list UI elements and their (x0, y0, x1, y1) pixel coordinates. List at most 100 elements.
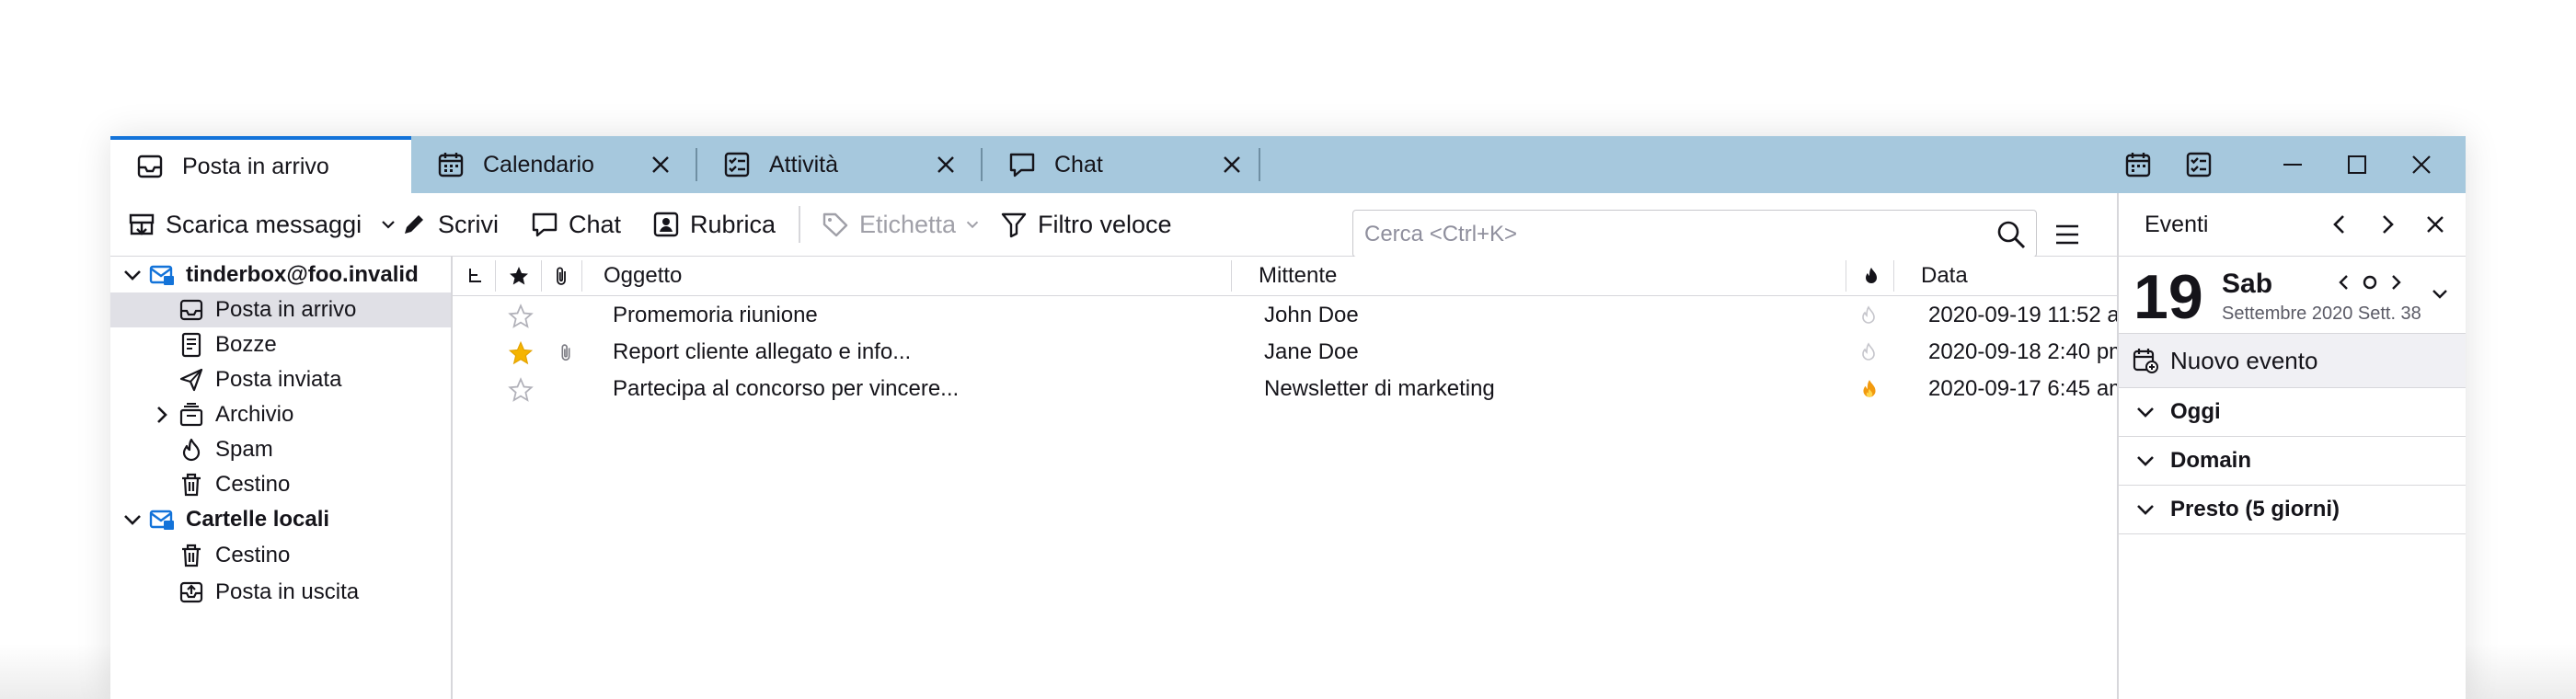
toolbar-separator (799, 206, 800, 243)
tab-chat[interactable]: Chat (983, 136, 1268, 193)
column-separator (541, 260, 542, 292)
column-separator (1231, 260, 1232, 292)
today-pane-title: Eventi (2145, 212, 2209, 237)
message-date: 2020-09-17 6:45 am (1928, 376, 2128, 401)
month-week: Settembre 2020 Sett. 38 (2222, 304, 2421, 324)
thread-pane: Oggetto Mittente Data Promemoria riunion… (453, 257, 2216, 699)
account-mail-icon (149, 265, 174, 285)
folder-account-tinderbox[interactable]: tinderbox@foo.invalid (110, 258, 451, 292)
write-button[interactable]: Scrivi (399, 193, 499, 256)
star-column-icon[interactable] (508, 265, 530, 287)
tab-calendar[interactable]: Calendario (411, 136, 696, 193)
folder-label: Cestino (215, 472, 291, 497)
minimize-icon[interactable] (2276, 148, 2309, 181)
new-event-button[interactable]: Nuovo evento (2119, 334, 2466, 388)
get-messages-label: Scarica messaggi (166, 210, 362, 238)
folder-account-local[interactable]: Cartelle locali (110, 502, 451, 537)
star-icon[interactable] (508, 377, 534, 403)
spam-status-icon[interactable] (1858, 342, 1879, 362)
chevron-down-icon[interactable] (378, 214, 398, 235)
inbox-icon (137, 155, 163, 178)
message-row[interactable]: Partecipa al concorso per vincere... New… (453, 371, 2127, 407)
message-date: 2020-09-19 11:52 am (1928, 303, 2138, 327)
tab-inbox[interactable]: Posta in arrivo (110, 136, 411, 193)
chevron-down-icon[interactable] (2430, 283, 2450, 304)
chevron-left-icon[interactable] (2327, 212, 2352, 237)
next-day-icon[interactable] (2386, 272, 2406, 292)
close-icon[interactable] (2422, 212, 2448, 237)
folder-label: tinderbox@foo.invalid (186, 262, 419, 287)
chat-button[interactable]: Chat (530, 193, 621, 256)
outbox-icon (179, 581, 203, 603)
app-menu-icon[interactable] (2052, 219, 2083, 250)
folder-sent[interactable]: Posta inviata (110, 362, 451, 397)
search-input[interactable] (1363, 211, 1973, 258)
folder-spam[interactable]: Spam (110, 432, 451, 467)
spam-flame-icon[interactable] (1858, 378, 1880, 400)
column-separator (495, 260, 496, 292)
folder-trash[interactable]: Cestino (110, 467, 451, 502)
previous-day-icon[interactable] (2334, 272, 2354, 292)
quick-filter-button[interactable]: Filtro veloce (999, 193, 1172, 256)
folder-local-trash[interactable]: Cestino (110, 538, 451, 573)
attachment-column-icon[interactable] (550, 265, 572, 287)
chevron-down-icon[interactable] (121, 509, 144, 531)
star-icon[interactable] (508, 304, 534, 329)
archive-icon (179, 403, 203, 427)
folder-inbox[interactable]: Posta in arrivo (110, 292, 451, 327)
agenda-section-label: Domain (2170, 448, 2252, 473)
column-separator (581, 260, 582, 292)
agenda-section-tomorrow[interactable]: Domain (2119, 437, 2466, 486)
window-close-icon[interactable] (2405, 148, 2438, 181)
spam-column-icon[interactable] (1861, 266, 1881, 286)
agenda-section-soon[interactable]: Presto (5 giorni) (2119, 486, 2466, 534)
today-pane: Eventi 19 Sab Settembre 2020 Sett. 38 Nu… (2117, 193, 2466, 699)
mini-day: 19 Sab Settembre 2020 Sett. 38 (2119, 256, 2466, 334)
date-column-header[interactable]: Data (1921, 257, 1968, 295)
agenda-section-today[interactable]: Oggi (2119, 388, 2466, 437)
address-book-button[interactable]: Rubrica (651, 193, 776, 256)
chevron-right-icon[interactable] (2375, 212, 2400, 237)
inbox-icon (179, 299, 203, 321)
message-row[interactable]: Report cliente allegato e info... Jane D… (453, 334, 2127, 371)
folder-pane: tinderbox@foo.invalid Posta in arrivo Bo… (110, 257, 453, 699)
agenda-section-label: Presto (5 giorni) (2170, 497, 2340, 521)
thread-column-icon[interactable] (466, 266, 486, 286)
calendar-sidebar-toggle-icon[interactable] (2122, 148, 2155, 181)
folder-label: Spam (215, 437, 273, 462)
day-number: 19 (2133, 262, 2203, 332)
folder-outbox[interactable]: Posta in uscita (110, 575, 451, 610)
star-icon[interactable] (508, 340, 534, 366)
message-subject: Partecipa al concorso per vincere... (613, 376, 960, 401)
today-circle-icon[interactable] (2360, 272, 2380, 292)
address-book-label: Rubrica (690, 210, 776, 238)
close-icon[interactable] (1220, 153, 1244, 177)
folder-label: Cestino (215, 543, 291, 567)
folder-label: Cartelle locali (186, 507, 330, 532)
filter-icon (1001, 212, 1027, 238)
chevron-down-icon[interactable] (121, 264, 144, 286)
sender-column-header[interactable]: Mittente (1259, 257, 1337, 295)
get-messages-button[interactable]: Scarica messaggi (127, 193, 398, 256)
tag-button[interactable]: Etichetta (821, 193, 982, 256)
spam-status-icon[interactable] (1858, 305, 1879, 326)
chat-icon (1009, 153, 1035, 178)
task-sidebar-toggle-icon[interactable] (2182, 148, 2215, 181)
folder-archive[interactable]: Archivio (110, 397, 451, 432)
chevron-right-icon[interactable] (151, 404, 173, 426)
tag-icon (822, 212, 848, 237)
search-icon[interactable] (1995, 219, 2027, 250)
maximize-icon[interactable] (2340, 148, 2374, 181)
folder-drafts[interactable]: Bozze (110, 327, 451, 362)
sent-icon (179, 368, 203, 392)
close-icon[interactable] (934, 153, 958, 177)
message-row[interactable]: Promemoria riunione John Doe 2020-09-19 … (453, 297, 2138, 334)
tab-tasks[interactable]: Attività (697, 136, 982, 193)
chat-label: Chat (569, 210, 622, 238)
today-pane-header: Eventi (2119, 193, 2466, 257)
subject-column-header[interactable]: Oggetto (604, 257, 682, 295)
folder-label: Archivio (215, 402, 294, 427)
folder-label: Posta in arrivo (215, 297, 357, 322)
search-box[interactable] (1352, 210, 2037, 258)
close-icon[interactable] (649, 153, 673, 177)
